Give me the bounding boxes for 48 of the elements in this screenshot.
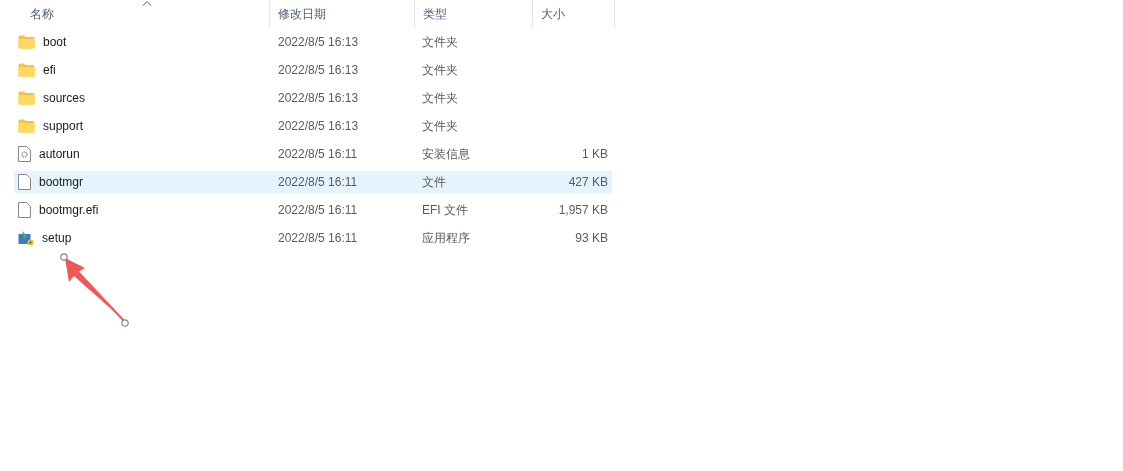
file-type: 文件夹 xyxy=(422,89,458,107)
folder-icon xyxy=(18,119,35,133)
file-type: 安装信息 xyxy=(422,145,470,163)
file-row[interactable]: bootmgr 2022/8/5 16:11 文件 427 KB xyxy=(14,171,612,193)
file-icon xyxy=(18,174,31,190)
modified-date: 2022/8/5 16:13 xyxy=(278,35,359,49)
file-type: 文件 xyxy=(422,173,446,191)
modified-date: 2022/8/5 16:13 xyxy=(278,63,359,77)
file-type: 应用程序 xyxy=(422,229,470,247)
modified-date: 2022/8/5 16:11 xyxy=(278,175,358,189)
file-name: bootmgr.efi xyxy=(39,203,99,217)
settings-file-icon xyxy=(18,146,31,162)
column-header[interactable]: 修改日期 xyxy=(278,5,326,23)
folder-icon xyxy=(18,35,35,49)
file-size: 427 KB xyxy=(568,175,608,189)
modified-date: 2022/8/5 16:13 xyxy=(278,119,359,133)
file-icon xyxy=(18,202,31,218)
file-type: 文件夹 xyxy=(422,117,458,135)
file-row[interactable]: support 2022/8/5 16:13 文件夹 xyxy=(14,115,612,137)
file-name: boot xyxy=(43,35,67,49)
file-name: efi xyxy=(43,63,56,77)
file-row[interactable]: setup 2022/8/5 16:11 应用程序 93 KB xyxy=(14,227,612,249)
modified-date: 2022/8/5 16:11 xyxy=(278,147,358,161)
file-row[interactable]: bootmgr.efi 2022/8/5 16:11 EFI 文件 1,957 KB xyxy=(14,199,612,221)
folder-icon xyxy=(18,63,35,77)
file-name: setup xyxy=(42,231,72,245)
file-type: 文件夹 xyxy=(422,61,458,79)
file-name: bootmgr xyxy=(39,175,84,189)
file-row[interactable]: sources 2022/8/5 16:13 文件夹 xyxy=(14,87,612,109)
modified-date: 2022/8/5 16:13 xyxy=(278,91,359,105)
file-size: 1 KB xyxy=(582,147,608,161)
column-header[interactable]: 大小 xyxy=(541,5,565,23)
file-row[interactable]: efi 2022/8/5 16:13 文件夹 xyxy=(14,59,612,81)
file-name: sources xyxy=(43,91,86,105)
folder-icon xyxy=(18,91,35,105)
file-row[interactable]: boot 2022/8/5 16:13 文件夹 xyxy=(14,31,612,53)
file-size: 93 KB xyxy=(575,231,608,245)
file-type: EFI 文件 xyxy=(422,201,468,219)
file-name: support xyxy=(43,119,84,133)
modified-date: 2022/8/5 16:11 xyxy=(278,231,358,245)
file-name: autorun xyxy=(39,147,80,161)
column-header[interactable]: 类型 xyxy=(423,5,447,23)
modified-date: 2022/8/5 16:11 xyxy=(278,203,358,217)
file-size: 1,957 KB xyxy=(558,203,608,217)
column-header[interactable]: 名称 xyxy=(30,5,54,23)
file-row[interactable]: autorun 2022/8/5 16:11 安装信息 1 KB xyxy=(14,143,612,165)
installer-icon xyxy=(18,230,34,246)
file-type: 文件夹 xyxy=(422,33,458,51)
